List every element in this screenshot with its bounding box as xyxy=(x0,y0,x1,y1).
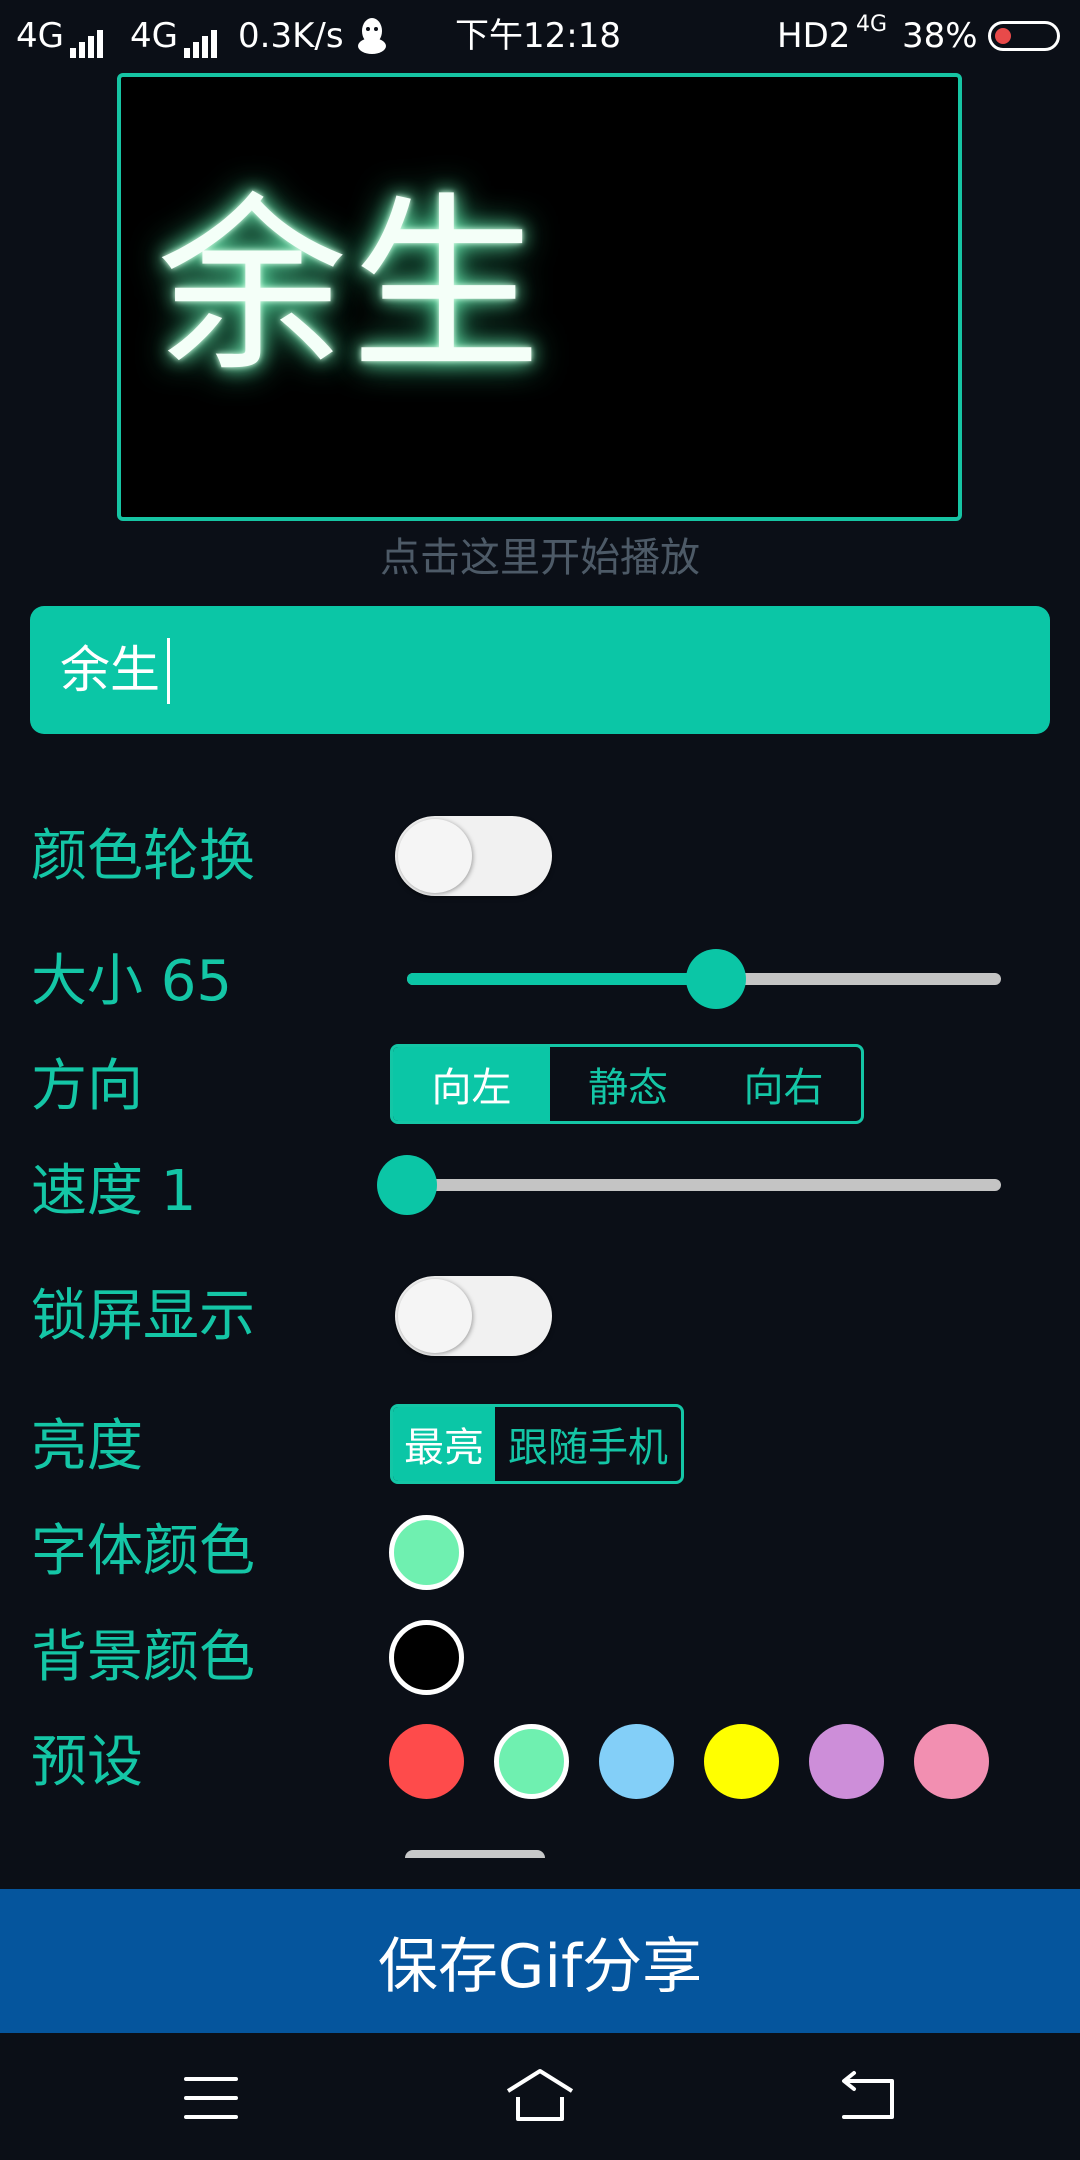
presets-label: 预设 xyxy=(31,1730,143,1795)
bg-color-swatch[interactable] xyxy=(389,1620,464,1695)
system-nav-bar xyxy=(0,2033,1080,2160)
network-speed: 0.3K/s xyxy=(238,16,344,56)
qq-icon xyxy=(358,18,386,54)
speed-label: 速度 1 xyxy=(31,1159,197,1224)
brightness-segmented: 最亮 跟随手机 xyxy=(390,1404,684,1484)
toggle-knob xyxy=(398,1279,472,1353)
text-caret xyxy=(167,638,170,704)
battery-icon xyxy=(988,21,1060,51)
save-gif-share-button[interactable]: 保存Gif分享 xyxy=(0,1889,1080,2033)
direction-option-static[interactable]: 静态 xyxy=(550,1047,706,1121)
preset-swatch-green[interactable] xyxy=(494,1724,569,1799)
size-slider[interactable] xyxy=(407,949,1001,1009)
signal-icon xyxy=(69,18,106,58)
menu-icon[interactable] xyxy=(161,2053,261,2143)
speed-slider-thumb[interactable] xyxy=(377,1155,437,1215)
marquee-preview[interactable]: 余生 xyxy=(117,73,962,521)
font-color-label: 字体颜色 xyxy=(31,1519,255,1584)
clock: 下午12:18 xyxy=(455,16,621,56)
signal-icon xyxy=(183,18,220,58)
direction-segmented: 向左 静态 向右 xyxy=(390,1044,864,1124)
back-icon[interactable] xyxy=(818,2053,918,2143)
scroll-peek-toggle xyxy=(405,1850,545,1858)
preset-swatch-pink[interactable] xyxy=(914,1724,989,1799)
toggle-knob xyxy=(398,819,472,893)
play-hint[interactable]: 点击这里开始播放 xyxy=(0,525,1080,583)
direction-option-right[interactable]: 向右 xyxy=(706,1047,861,1121)
direction-option-left[interactable]: 向左 xyxy=(393,1047,550,1121)
network-indicator-1: 4G xyxy=(16,16,106,58)
network-indicator-2: 4G xyxy=(130,16,220,58)
brightness-option-max[interactable]: 最亮 xyxy=(393,1407,495,1481)
status-bar: 4G 4G 0.3K/s 下午12:18 HD2 4G 38% xyxy=(0,0,1080,72)
battery-percent: 38% xyxy=(902,16,978,56)
lock-screen-label: 锁屏显示 xyxy=(31,1284,255,1349)
home-icon[interactable] xyxy=(490,2053,590,2143)
color-cycle-label: 颜色轮换 xyxy=(31,824,255,889)
font-color-swatch[interactable] xyxy=(389,1515,464,1590)
lock-screen-toggle[interactable] xyxy=(395,1276,552,1356)
size-label: 大小 65 xyxy=(31,949,233,1014)
brightness-label: 亮度 xyxy=(31,1414,143,1479)
size-slider-thumb[interactable] xyxy=(685,949,746,1009)
color-cycle-toggle[interactable] xyxy=(395,816,552,896)
preset-swatch-blue[interactable] xyxy=(599,1724,674,1799)
app-root: 4G 4G 0.3K/s 下午12:18 HD2 4G 38% 余生 点击这里开… xyxy=(0,0,1080,2160)
net-small: 4G xyxy=(856,12,888,37)
preview-text: 余生 xyxy=(157,176,546,397)
speed-slider[interactable] xyxy=(377,1155,1001,1215)
preset-swatch-purple[interactable] xyxy=(809,1724,884,1799)
preset-swatch-yellow[interactable] xyxy=(704,1724,779,1799)
marquee-text-input[interactable] xyxy=(30,606,1050,734)
hd-indicator: HD2 xyxy=(777,16,851,56)
direction-label: 方向 xyxy=(31,1054,143,1119)
preset-swatch-red[interactable] xyxy=(389,1724,464,1799)
bg-color-label: 背景颜色 xyxy=(31,1625,255,1690)
size-slider-fill xyxy=(407,973,716,985)
brightness-option-follow[interactable]: 跟随手机 xyxy=(495,1407,681,1481)
